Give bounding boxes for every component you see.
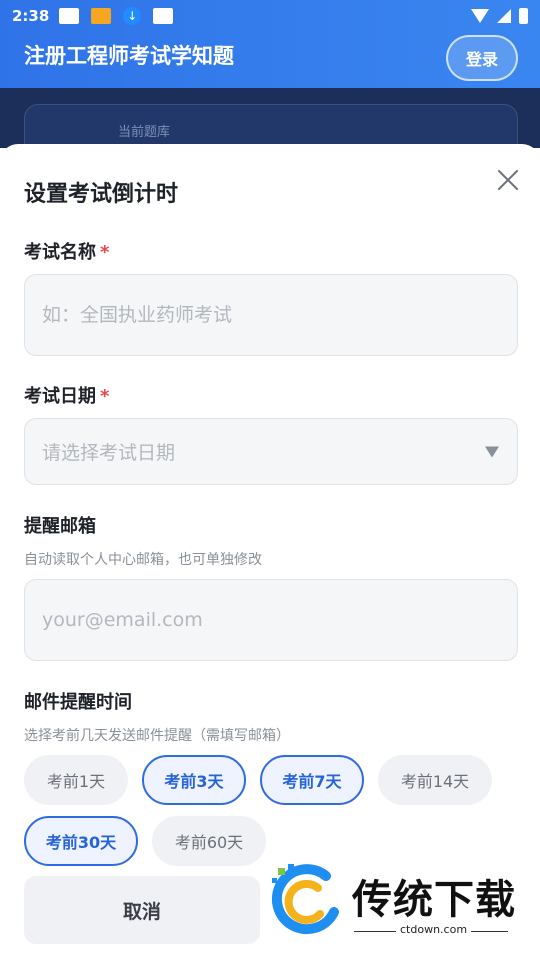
cellular-signal-icon	[497, 9, 511, 23]
notification-app-icon	[153, 8, 174, 24]
reminder-option-30-days[interactable]: 考前30天	[24, 816, 138, 866]
cancel-button[interactable]: 取消	[24, 876, 260, 944]
wifi-icon	[471, 9, 489, 23]
close-icon[interactable]	[496, 168, 520, 192]
required-mark: *	[100, 242, 110, 263]
watermark-brand: 传统下载	[352, 877, 516, 923]
exam-name-input[interactable]	[42, 304, 517, 326]
login-button[interactable]: 登录	[446, 35, 518, 81]
reminder-option-14-days[interactable]: 考前14天	[378, 755, 492, 805]
sheet-title: 设置考试倒计时	[24, 182, 179, 207]
app-title: 注册工程师考试学知题	[24, 44, 234, 68]
reminder-label: 邮件提醒时间	[24, 692, 132, 713]
required-mark: *	[100, 386, 110, 407]
exam-name-field-box	[24, 274, 518, 356]
status-bar: 2:38 ↓	[0, 0, 540, 32]
reminder-option-3-days[interactable]: 考前3天	[142, 755, 246, 805]
watermark-logo-icon	[271, 864, 339, 935]
current-bank-label: 当前题库	[118, 125, 171, 140]
email-field-box	[24, 579, 518, 661]
exam-name-label: 考试名称 *	[24, 242, 110, 263]
reminder-option-1-day[interactable]: 考前1天	[24, 755, 128, 805]
exam-date-label: 考试日期 *	[24, 386, 110, 407]
email-input[interactable]	[42, 609, 517, 631]
dropdown-arrow-icon	[485, 446, 499, 457]
status-time: 2:38	[12, 7, 50, 25]
notification-app-icon	[91, 8, 112, 24]
reminder-option-7-days[interactable]: 考前7天	[260, 755, 364, 805]
reminder-option-60-days[interactable]: 考前60天	[152, 816, 266, 866]
reminder-hint: 选择考前几天发送邮件提醒（需填写邮箱）	[24, 728, 290, 744]
status-icons	[471, 8, 528, 24]
app-header: 2:38 ↓ 注册工程师考试学知题 登录	[0, 0, 540, 88]
exam-date-placeholder: 请选择考试日期	[42, 442, 176, 464]
countdown-settings-sheet: 设置考试倒计时 考试名称* 考试日期* 请选择考试日期 提醒邮箱 自动读取个人中…	[0, 144, 540, 960]
watermark-domain: ctdown.com	[396, 923, 472, 936]
email-hint: 自动读取个人中心邮箱，也可单独修改	[24, 552, 262, 568]
exam-date-select[interactable]: 请选择考试日期	[24, 418, 518, 485]
download-icon: ↓	[123, 7, 142, 25]
battery-icon	[519, 8, 528, 24]
notification-app-icon	[59, 8, 80, 24]
email-label: 提醒邮箱	[24, 516, 96, 537]
